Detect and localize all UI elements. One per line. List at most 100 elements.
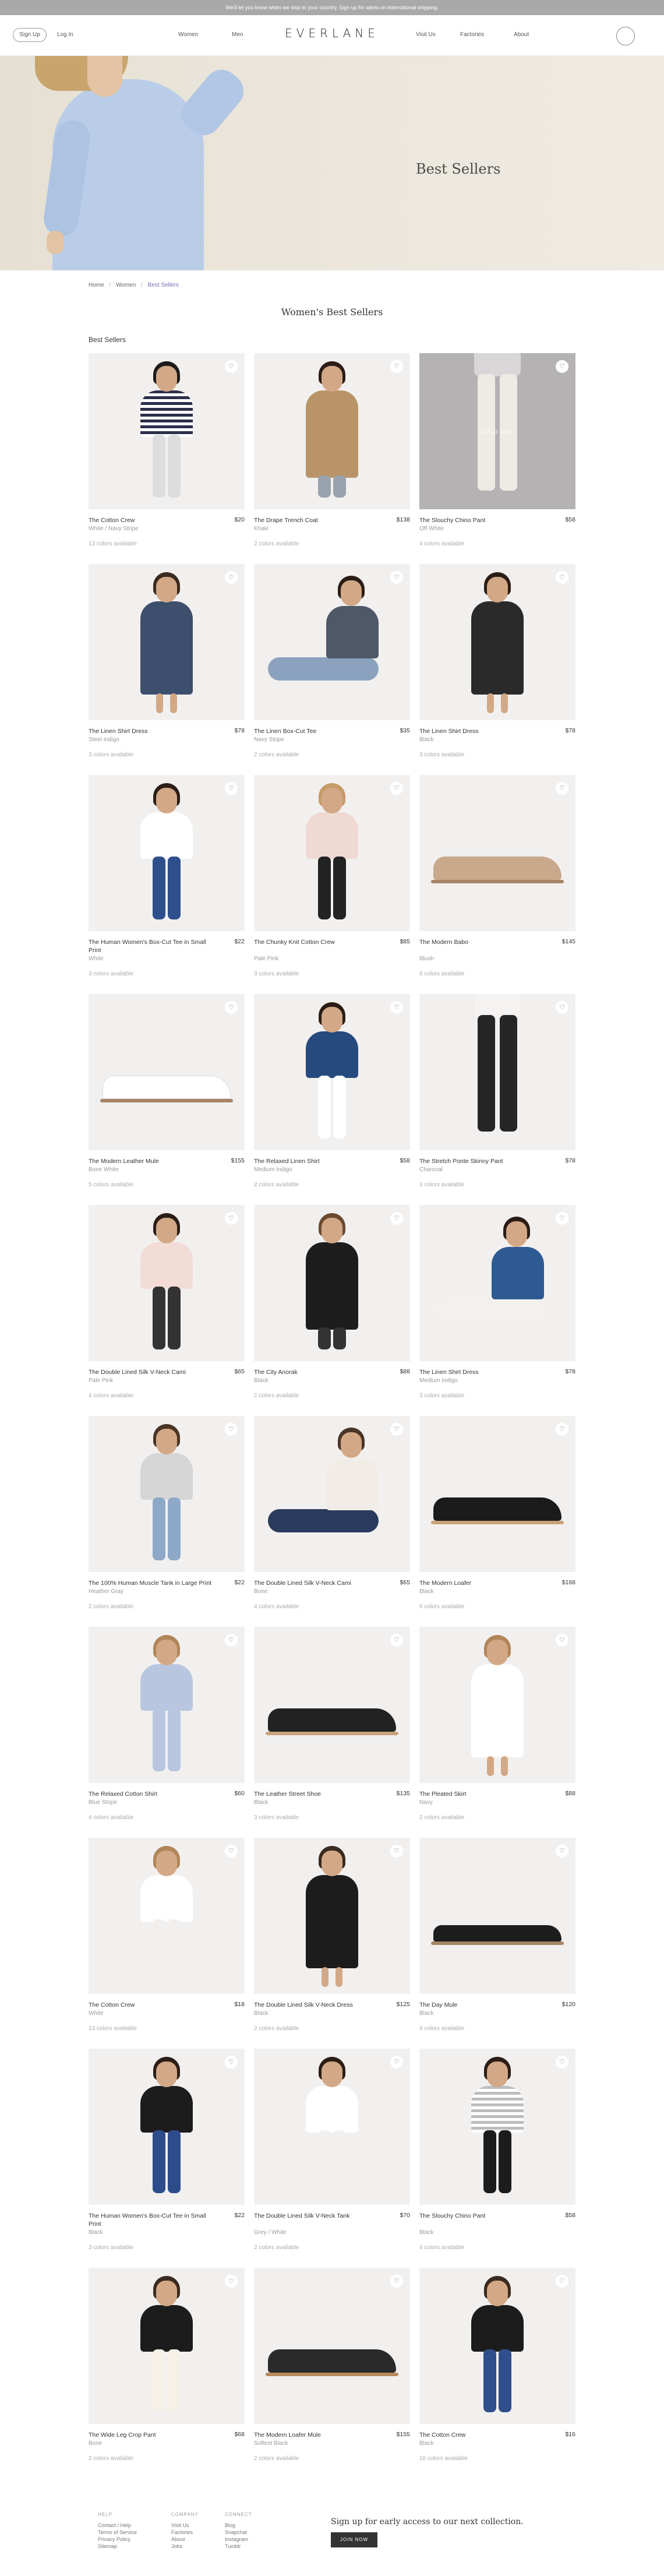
- product-image[interactable]: ♡: [89, 353, 245, 509]
- footer-link[interactable]: Factories: [171, 2529, 199, 2536]
- join-now-button[interactable]: JOIN NOW: [331, 2532, 377, 2547]
- product-card[interactable]: ♡ The Modern Loafer Mule $155 Softest Black…: [254, 2268, 410, 2466]
- product-card[interactable]: ♡ The Double Lined Silk V-Neck Cami $65 Pal…: [89, 1205, 245, 1403]
- product-name[interactable]: The 100% Human Muscle Tank in Large Prin…: [89, 1579, 217, 1587]
- product-name[interactable]: The Human Women's Box-Cut Tee in Small P…: [89, 2212, 217, 2228]
- footer-link[interactable]: Contact / Help: [98, 2522, 137, 2529]
- product-image[interactable]: ♡: [254, 353, 410, 509]
- product-card[interactable]: ♡ The Modern Babo $145 Blush 6 colors availa…: [419, 775, 575, 977]
- brand-logo[interactable]: EVERLANE: [0, 26, 664, 40]
- product-name[interactable]: The Day Mule: [419, 2001, 548, 2009]
- heart-icon[interactable]: ♡: [556, 2275, 568, 2288]
- product-image[interactable]: ♡: [254, 775, 410, 931]
- footer-link[interactable]: Sitemap: [98, 2543, 137, 2550]
- heart-icon[interactable]: ♡: [556, 571, 568, 584]
- product-image[interactable]: ♡: [419, 2268, 575, 2424]
- product-name[interactable]: The Double Lined Silk V-Neck Cami: [89, 1368, 217, 1376]
- product-card[interactable]: ♡ The Day Mule $120 Black 4 colors available: [419, 1838, 575, 2036]
- product-card[interactable]: ♡ The Relaxed Cotton Shirt $60 Blue Stripe 4…: [89, 1627, 245, 1825]
- product-name[interactable]: The Chunky Knit Cotton Crew: [254, 938, 382, 946]
- product-card[interactable]: ♡ The Cotton Crew $20 White / Navy Stripe 13…: [89, 353, 245, 551]
- product-card[interactable]: ♡ The Double Lined Silk V-Neck Tank $70 Gre…: [254, 2049, 410, 2251]
- product-name[interactable]: The Slouchy Chino Pant: [419, 2212, 548, 2220]
- product-image[interactable]: ♡: [254, 1627, 410, 1783]
- heart-icon[interactable]: ♡: [390, 1634, 403, 1647]
- product-image[interactable]: ♡: [89, 2268, 245, 2424]
- heart-icon[interactable]: ♡: [225, 571, 238, 584]
- heart-icon[interactable]: ♡: [390, 1212, 403, 1225]
- product-card[interactable]: ♡ The Pleated Skirt $88 Navy 2 colors availa…: [419, 1627, 575, 1825]
- heart-icon[interactable]: ♡: [225, 1212, 238, 1225]
- product-image[interactable]: ♡: [89, 994, 245, 1150]
- product-card[interactable]: ♡ The Linen Shirt Dress $78 Medium Indigo 3 …: [419, 1205, 575, 1403]
- heart-icon[interactable]: ♡: [556, 1634, 568, 1647]
- product-card[interactable]: ♡ The Cotton Crew $18 White 13 colors availa…: [89, 1838, 245, 2036]
- product-card[interactable]: ♡ The Linen Shirt Dress $78 Steel Indigo 3 c…: [89, 564, 245, 762]
- product-image[interactable]: ♡: [419, 1838, 575, 1994]
- heart-icon[interactable]: ♡: [556, 2056, 568, 2068]
- product-image[interactable]: ♡: [254, 994, 410, 1150]
- product-image[interactable]: ♡: [254, 1205, 410, 1361]
- product-image[interactable]: ♡ SOLD OUT: [419, 353, 575, 509]
- heart-icon[interactable]: ♡: [225, 2056, 238, 2068]
- product-name[interactable]: The Double Lined Silk V-Neck Tank: [254, 2212, 382, 2220]
- product-card[interactable]: ♡ The Slouchy Chino Pant $58 Black 4 colors …: [419, 2049, 575, 2251]
- breadcrumb-home[interactable]: Home: [89, 282, 104, 288]
- product-name[interactable]: The Linen Box-Cut Tee: [254, 727, 382, 735]
- product-name[interactable]: The Cotton Crew: [89, 516, 217, 524]
- product-name[interactable]: The Pleated Skirt: [419, 1790, 548, 1798]
- heart-icon[interactable]: ♡: [225, 2275, 238, 2288]
- product-name[interactable]: The Human Women's Box-Cut Tee in Small P…: [89, 938, 217, 954]
- footer-link[interactable]: Blog: [225, 2522, 252, 2529]
- product-image[interactable]: ♡: [89, 1205, 245, 1361]
- footer-link[interactable]: Snapchat: [225, 2529, 252, 2536]
- product-image[interactable]: ♡: [419, 1627, 575, 1783]
- product-name[interactable]: The Wide Leg Crop Pant: [89, 2431, 217, 2439]
- heart-icon[interactable]: ♡: [556, 782, 568, 795]
- footer-link[interactable]: Tumblr: [225, 2543, 252, 2550]
- product-name[interactable]: The Drape Trench Coat: [254, 516, 382, 524]
- product-name[interactable]: The Linen Shirt Dress: [419, 727, 548, 735]
- heart-icon[interactable]: ♡: [390, 1001, 403, 1014]
- product-card[interactable]: ♡ The Modern Loafer $168 Black 6 colors avai…: [419, 1416, 575, 1614]
- product-card[interactable]: ♡ The City Anorak $88 Black 2 colors availab…: [254, 1205, 410, 1403]
- nav-link-about[interactable]: About: [514, 31, 529, 38]
- product-name[interactable]: The Modern Leather Mule: [89, 1157, 217, 1165]
- product-image[interactable]: ♡: [419, 994, 575, 1150]
- product-card[interactable]: ♡ The Linen Shirt Dress $78 Black 3 colors a…: [419, 564, 575, 762]
- product-card[interactable]: ♡ The Cotton Crew $16 Black 10 colors availa…: [419, 2268, 575, 2466]
- heart-icon[interactable]: ♡: [390, 782, 403, 795]
- heart-icon[interactable]: ♡: [225, 782, 238, 795]
- product-card[interactable]: ♡ SOLD OUT The Slouchy Chino Pant $58 Off-Wh…: [419, 353, 575, 551]
- footer-link[interactable]: Visit Us: [171, 2522, 199, 2529]
- heart-icon[interactable]: ♡: [390, 360, 403, 373]
- product-card[interactable]: ♡ The Double Lined Silk V-Neck Cami $65 Bon…: [254, 1416, 410, 1614]
- product-card[interactable]: ♡ The Wide Leg Crop Pant $68 Bone 2 colors a…: [89, 2268, 245, 2466]
- product-card[interactable]: ♡ The Drape Trench Coat $138 Khaki 2 colors …: [254, 353, 410, 551]
- product-card[interactable]: ♡ The Relaxed Linen Shirt $58 Medium Indigo…: [254, 994, 410, 1192]
- product-image[interactable]: ♡: [89, 1627, 245, 1783]
- heart-icon[interactable]: ♡: [225, 1845, 238, 1858]
- footer-link[interactable]: Terms of Service: [98, 2529, 137, 2536]
- footer-link[interactable]: Jobs: [171, 2543, 199, 2550]
- product-image[interactable]: ♡: [254, 2049, 410, 2205]
- product-image[interactable]: ♡: [419, 2049, 575, 2205]
- product-image[interactable]: ♡: [419, 775, 575, 931]
- product-image[interactable]: ♡: [419, 1416, 575, 1572]
- heart-icon[interactable]: ♡: [390, 2056, 403, 2068]
- product-card[interactable]: ♡ The Human Women's Box-Cut Tee in Small …: [89, 775, 245, 977]
- product-image[interactable]: ♡: [89, 564, 245, 720]
- product-name[interactable]: The Relaxed Cotton Shirt: [89, 1790, 217, 1798]
- heart-icon[interactable]: ♡: [390, 2275, 403, 2288]
- product-image[interactable]: ♡: [254, 1416, 410, 1572]
- heart-icon[interactable]: ♡: [556, 1001, 568, 1014]
- product-card[interactable]: ♡ The Chunky Knit Cotton Crew $85 Pale Pink…: [254, 775, 410, 977]
- footer-link[interactable]: About: [171, 2536, 199, 2543]
- product-card[interactable]: ♡ The Linen Box-Cut Tee $35 Navy Stripe 2 co…: [254, 564, 410, 762]
- product-name[interactable]: The Cotton Crew: [89, 2001, 217, 2009]
- product-card[interactable]: ♡ The Stretch Ponte Skinny Pant $78 Charcoa…: [419, 994, 575, 1192]
- product-card[interactable]: ♡ The Modern Leather Mule $155 Bone White 5 …: [89, 994, 245, 1192]
- product-card[interactable]: ♡ The 100% Human Muscle Tank in Large Pri…: [89, 1416, 245, 1614]
- product-image[interactable]: ♡: [254, 2268, 410, 2424]
- heart-icon[interactable]: ♡: [390, 1423, 403, 1436]
